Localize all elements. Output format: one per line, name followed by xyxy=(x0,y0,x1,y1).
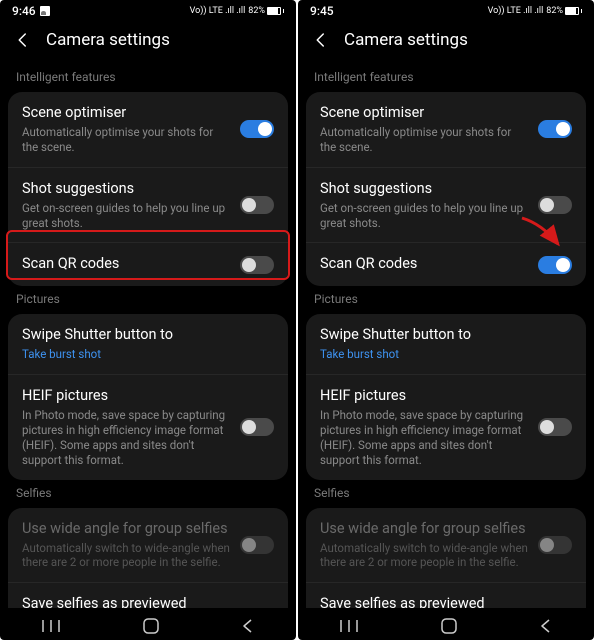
battery-icon xyxy=(565,7,579,15)
row-title: Use wide angle for group selfies xyxy=(22,520,230,539)
row-subtitle: Get on-screen guides to help you line up… xyxy=(320,201,528,231)
row-subtitle: In Photo mode, save space by capturing p… xyxy=(320,408,528,468)
row-subtitle: In Photo mode, save space by capturing p… xyxy=(22,408,230,468)
row-subtitle: Automatically switch to wide-angle when … xyxy=(320,541,528,571)
recents-button[interactable] xyxy=(339,619,359,633)
toggle-scan-qr[interactable] xyxy=(240,256,274,274)
row-subtitle: Get on-screen guides to help you line up… xyxy=(22,201,230,231)
row-shot-suggestions[interactable]: Shot suggestions Get on-screen guides to… xyxy=(8,167,288,243)
row-scan-qr[interactable]: Scan QR codes xyxy=(306,242,586,286)
card-pictures: Swipe Shutter button to Take burst shot … xyxy=(8,314,288,479)
row-title: Shot suggestions xyxy=(320,180,528,199)
row-subtitle: Automatically optimise your shots for th… xyxy=(22,125,230,155)
row-title: Scene optimiser xyxy=(320,104,528,123)
toggle-scene-optimiser[interactable] xyxy=(240,120,274,138)
home-button[interactable] xyxy=(143,618,159,634)
row-subtitle: Take burst shot xyxy=(22,347,264,362)
page-title: Camera settings xyxy=(344,30,468,50)
row-shot-suggestions[interactable]: Shot suggestions Get on-screen guides to… xyxy=(306,167,586,243)
row-title: Scan QR codes xyxy=(22,255,230,274)
row-title: Scan QR codes xyxy=(320,255,528,274)
row-title: HEIF pictures xyxy=(320,387,528,406)
card-intelligent: Scene optimiser Automatically optimise y… xyxy=(8,92,288,286)
status-bar: 9:46 Vo)) LTE .ıll .ıll 82% xyxy=(0,0,296,22)
section-intelligent: Intelligent features xyxy=(306,64,586,92)
settings-list[interactable]: Intelligent features Scene optimiser Aut… xyxy=(298,64,594,608)
section-intelligent: Intelligent features xyxy=(8,64,288,92)
row-heif[interactable]: HEIF pictures In Photo mode, save space … xyxy=(8,374,288,480)
row-title: Swipe Shutter button to xyxy=(320,326,562,345)
phone-left: 9:46 Vo)) LTE .ıll .ıll 82% Camera setti… xyxy=(0,0,296,640)
image-icon xyxy=(40,6,50,16)
status-bar: 9:45 Vo)) LTE .ıll .ıll 82% xyxy=(298,0,594,22)
row-save-selfies[interactable]: Save selfies as previewed Save selfies a… xyxy=(8,582,288,608)
battery-percent: 82% xyxy=(546,6,563,16)
card-selfies: Use wide angle for group selfies Automat… xyxy=(8,508,288,608)
toggle-heif[interactable] xyxy=(538,418,572,436)
row-title: Save selfies as previewed xyxy=(320,595,528,608)
toggle-scan-qr[interactable] xyxy=(538,256,572,274)
battery-percent: 82% xyxy=(248,6,265,16)
header: Camera settings xyxy=(0,22,296,64)
section-selfies: Selfies xyxy=(8,480,288,508)
home-button[interactable] xyxy=(441,618,457,634)
nav-bar xyxy=(0,608,296,640)
section-pictures: Pictures xyxy=(8,286,288,314)
row-swipe-shutter[interactable]: Swipe Shutter button to Take burst shot xyxy=(8,314,288,374)
row-scan-qr[interactable]: Scan QR codes xyxy=(8,242,288,286)
row-title: Shot suggestions xyxy=(22,180,230,199)
toggle-shot-suggestions[interactable] xyxy=(538,196,572,214)
back-icon[interactable] xyxy=(312,31,330,49)
section-selfies: Selfies xyxy=(306,480,586,508)
row-subtitle: Automatically optimise your shots for th… xyxy=(320,125,528,155)
card-selfies: Use wide angle for group selfies Automat… xyxy=(306,508,586,608)
section-pictures: Pictures xyxy=(306,286,586,314)
back-icon[interactable] xyxy=(14,31,32,49)
header: Camera settings xyxy=(298,22,594,64)
phone-right: 9:45 Vo)) LTE .ıll .ıll 82% Camera setti… xyxy=(298,0,594,640)
row-save-selfies[interactable]: Save selfies as previewed Save selfies a… xyxy=(306,582,586,608)
card-pictures: Swipe Shutter button to Take burst shot … xyxy=(306,314,586,479)
toggle-scene-optimiser[interactable] xyxy=(538,120,572,138)
network-indicator: Vo)) LTE .ıll .ıll xyxy=(488,6,544,16)
back-button[interactable] xyxy=(539,619,553,633)
row-subtitle: Automatically switch to wide-angle when … xyxy=(22,541,230,571)
row-title: HEIF pictures xyxy=(22,387,230,406)
page-title: Camera settings xyxy=(46,30,170,50)
row-title: Scene optimiser xyxy=(22,104,230,123)
row-scene-optimiser[interactable]: Scene optimiser Automatically optimise y… xyxy=(8,92,288,167)
row-title: Save selfies as previewed xyxy=(22,595,230,608)
recents-button[interactable] xyxy=(41,619,61,633)
toggle-wide-angle xyxy=(538,536,572,554)
row-wide-angle: Use wide angle for group selfies Automat… xyxy=(8,508,288,583)
back-button[interactable] xyxy=(241,619,255,633)
row-title: Swipe Shutter button to xyxy=(22,326,264,345)
row-wide-angle: Use wide angle for group selfies Automat… xyxy=(306,508,586,583)
network-indicator: Vo)) LTE .ıll .ıll xyxy=(190,6,246,16)
row-scene-optimiser[interactable]: Scene optimiser Automatically optimise y… xyxy=(306,92,586,167)
row-title: Use wide angle for group selfies xyxy=(320,520,528,539)
toggle-wide-angle xyxy=(240,536,274,554)
card-intelligent: Scene optimiser Automatically optimise y… xyxy=(306,92,586,286)
nav-bar xyxy=(298,608,594,640)
row-swipe-shutter[interactable]: Swipe Shutter button to Take burst shot xyxy=(306,314,586,374)
status-time: 9:46 xyxy=(12,4,36,18)
settings-list[interactable]: Intelligent features Scene optimiser Aut… xyxy=(0,64,296,608)
row-subtitle: Take burst shot xyxy=(320,347,562,362)
row-heif[interactable]: HEIF pictures In Photo mode, save space … xyxy=(306,374,586,480)
battery-icon xyxy=(267,7,281,15)
status-time: 9:45 xyxy=(310,4,334,18)
toggle-shot-suggestions[interactable] xyxy=(240,196,274,214)
toggle-heif[interactable] xyxy=(240,418,274,436)
